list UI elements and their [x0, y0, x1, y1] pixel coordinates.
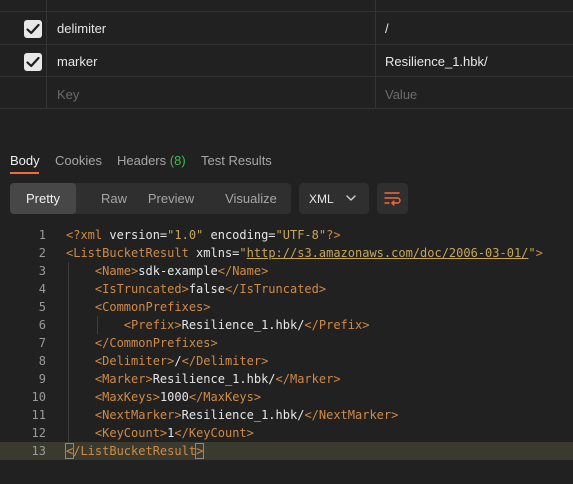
- line-number: 8: [38, 354, 46, 368]
- line-number: 1: [38, 228, 46, 242]
- view-mode-switcher: Pretty Raw Preview Visualize: [10, 183, 291, 214]
- new-param-key-input[interactable]: Key: [57, 87, 79, 102]
- tab-headers-label: Headers: [117, 153, 167, 168]
- namespace-link[interactable]: http://s3.amazonaws.com/doc/2006-03-01/: [247, 246, 529, 260]
- param-row-delimiter: delimiter /: [0, 12, 573, 45]
- param-value[interactable]: Resilience_1.hbk/: [385, 54, 488, 69]
- language-select-value: XML: [309, 192, 334, 206]
- code-text: <CommonPrefixes>: [94, 300, 211, 314]
- language-select[interactable]: XML: [299, 183, 369, 214]
- tab-test-results[interactable]: Test Results: [201, 153, 272, 168]
- line-number: 13: [31, 444, 46, 458]
- wrap-lines-icon: [384, 192, 401, 206]
- code-line: 5 <CommonPrefixes>: [0, 298, 573, 316]
- chevron-down-icon: [346, 195, 356, 201]
- params-table: delimiter / marker Resilience_1.hbk/ Key…: [0, 0, 573, 111]
- code-line-current: 13 </ListBucketResult>: [0, 442, 573, 460]
- code-line: 3 <Name>sdk-example</Name>: [0, 262, 573, 280]
- code-line: 8 <Delimiter>/</Delimiter>: [0, 352, 573, 370]
- response-tabs: Body Cookies Headers (8) Test Results: [0, 145, 573, 175]
- view-mode-preview-button[interactable]: Preview: [142, 183, 200, 214]
- code-text: <Name>sdk-example</Name>: [94, 264, 269, 278]
- view-mode-pretty-button[interactable]: Pretty: [10, 183, 76, 214]
- code-line: 11 <NextMarker>Resilience_1.hbk/</NextMa…: [0, 406, 573, 424]
- new-param-value-input[interactable]: Value: [385, 87, 417, 102]
- param-row-marker: marker Resilience_1.hbk/: [0, 45, 573, 77]
- code-line: 7 </CommonPrefixes>: [0, 334, 573, 352]
- headers-count-badge: (8): [169, 153, 186, 168]
- line-number: 12: [31, 426, 46, 440]
- line-number: 10: [31, 390, 46, 404]
- line-number: 2: [38, 246, 46, 260]
- checkmark-icon: [26, 56, 40, 68]
- response-panel: delimiter / marker Resilience_1.hbk/ Key…: [0, 0, 573, 484]
- code-text: <MaxKeys>1000</MaxKeys>: [94, 390, 262, 404]
- tab-cookies[interactable]: Cookies: [55, 153, 102, 168]
- code-line: 4 <IsTruncated>false</IsTruncated>: [0, 280, 573, 298]
- tab-body[interactable]: Body: [10, 153, 40, 168]
- response-body-code[interactable]: 1 <?xml version="1.0" encoding="UTF-8"?>…: [0, 226, 573, 466]
- param-enabled-checkbox[interactable]: [24, 20, 42, 38]
- code-text: <KeyCount>1</KeyCount>: [94, 426, 254, 440]
- code-line: 6 <Prefix>Resilience_1.hbk/</Prefix>: [0, 316, 573, 334]
- checkmark-icon: [26, 23, 40, 35]
- line-number: 7: [38, 336, 46, 350]
- code-line: 10 <MaxKeys>1000</MaxKeys>: [0, 388, 573, 406]
- code-text: <Prefix>Resilience_1.hbk/</Prefix>: [123, 318, 370, 332]
- param-row-new: Key Value: [0, 77, 573, 109]
- code-text: <NextMarker>Resilience_1.hbk/</NextMarke…: [94, 408, 399, 422]
- view-mode-raw-button[interactable]: Raw: [82, 183, 146, 214]
- code-line: 1 <?xml version="1.0" encoding="UTF-8"?>: [0, 226, 573, 244]
- code-line: 9 <Marker>Resilience_1.hbk/</Marker>: [0, 370, 573, 388]
- code-line: 2 <ListBucketResult xmlns="http://s3.ama…: [0, 244, 573, 262]
- line-number: 4: [38, 282, 46, 296]
- code-text: <ListBucketResult xmlns="http://s3.amazo…: [66, 246, 543, 260]
- wrap-lines-button[interactable]: [377, 183, 408, 214]
- code-text: </CommonPrefixes>: [94, 336, 218, 350]
- param-value[interactable]: /: [385, 21, 389, 36]
- line-number: 11: [31, 408, 46, 422]
- line-number: 6: [38, 318, 46, 332]
- code-text: <Marker>Resilience_1.hbk/</Marker>: [94, 372, 341, 386]
- line-number: 3: [38, 264, 46, 278]
- line-number: 9: [38, 372, 46, 386]
- param-key[interactable]: marker: [57, 54, 97, 69]
- active-tab-indicator: [10, 172, 39, 174]
- bracket-match-highlight: >: [195, 443, 205, 459]
- line-number: 5: [38, 300, 46, 314]
- code-text: <Delimiter>/</Delimiter>: [94, 354, 269, 368]
- param-enabled-checkbox[interactable]: [24, 53, 42, 71]
- param-key[interactable]: delimiter: [57, 21, 106, 36]
- code-line: 12 <KeyCount>1</KeyCount>: [0, 424, 573, 442]
- code-text: <IsTruncated>false</IsTruncated>: [94, 282, 327, 296]
- tab-headers[interactable]: Headers (8): [117, 153, 186, 168]
- view-mode-visualize-button[interactable]: Visualize: [220, 183, 282, 214]
- code-text: <?xml version="1.0" encoding="UTF-8"?>: [66, 228, 341, 242]
- code-text: </ListBucketResult>: [64, 443, 205, 459]
